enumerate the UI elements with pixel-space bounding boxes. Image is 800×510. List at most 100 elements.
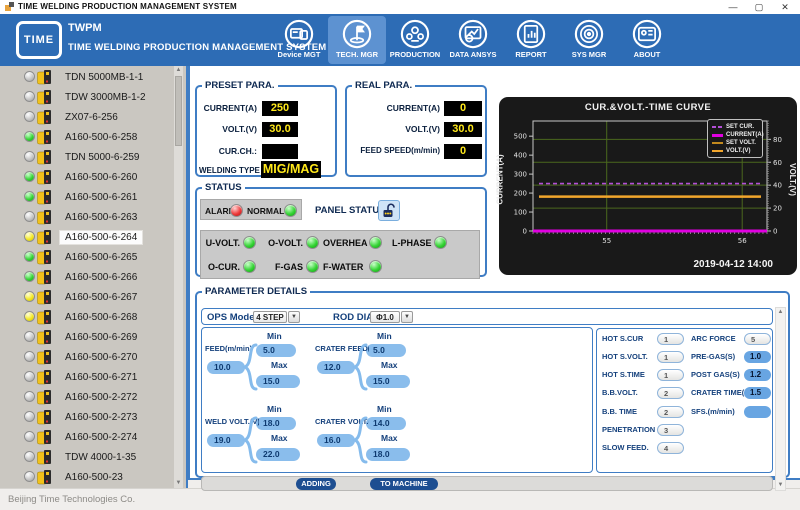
setting-value-pill[interactable]: 2 [657,387,684,399]
rod-dia-select[interactable]: Φ1.0 [370,311,400,323]
device-label: A160-500-6-268 [60,311,142,324]
legend-label: CURRENT(A) [726,132,764,138]
chart-legend: SET CUR. CURRENT(A) SET VOLT. VOLT.(V) [707,119,763,158]
min-value-pill[interactable]: 18.0 [256,417,296,430]
device-status-led [24,471,35,482]
nav-item-production[interactable]: PRODUCTION [386,16,444,64]
sidebar-item[interactable]: A160-500-6-271 [0,367,175,387]
nav-item-device-mgt[interactable]: Device MGT [270,16,328,64]
sidebar-item[interactable]: ZX07-6-256 [0,107,175,127]
settings-row: B.B.VOLT. 2 CRATER TIME(S) 1.5 [597,386,772,402]
sidebar-item[interactable]: A160-500-23 [0,467,175,487]
value-pill[interactable]: 12.0 [317,361,355,374]
value-pill[interactable]: 10.0 [207,361,245,374]
titlebar: TIME WELDING PRODUCTION MANAGEMENT SYSTE… [0,0,800,14]
svg-text:200: 200 [514,190,527,198]
min-value-pill[interactable]: 5.0 [366,344,406,357]
setting-value-pill[interactable]: 1 [657,351,684,363]
sidebar-item[interactable]: A160-500-6-261 [0,187,175,207]
nav-item-sys-mgr[interactable]: SYS MGR [560,16,618,64]
params-scrollbar[interactable]: ▲ ▼ [775,307,786,491]
ops-mode-select[interactable]: 4 STEP [253,311,287,323]
to-machine-button[interactable]: TO MACHINE [370,478,438,490]
device-label: A160-500-6-271 [60,371,142,384]
setting-value-pill[interactable]: 3 [657,424,684,436]
sidebar-item[interactable]: A160-500-2-272 [0,387,175,407]
rod-dia-dropdown-icon[interactable]: ▼ [401,311,413,323]
sidebar-item[interactable]: TDW 3000MB-1-2 [0,87,175,107]
sidebar-item[interactable]: A160-500-6-267 [0,287,175,307]
indicator-label: F-WATER [323,262,363,272]
device-label: TDW 4000-1-35 [60,451,141,464]
scroll-down-icon[interactable]: ▼ [174,479,183,488]
welder-machine-icon [37,349,52,365]
device-status-led [24,111,35,122]
device-status-led [24,131,35,142]
scroll-up-icon[interactable]: ▲ [174,66,183,75]
min-value-pill[interactable]: 14.0 [366,417,406,430]
sidebar-item[interactable]: A160-500-6-270 [0,347,175,367]
value-pill[interactable]: 16.0 [317,434,355,447]
sidebar-item[interactable]: A160-500-6-268 [0,307,175,327]
scroll-up-icon[interactable]: ▲ [776,308,785,317]
svg-text:56: 56 [738,237,747,245]
nav-item-about[interactable]: ABOUT [618,16,676,64]
sidebar-item[interactable]: A160-500-2-274 [0,427,175,447]
feed-speed-value: 0 [444,144,482,159]
max-value-pill[interactable]: 15.0 [366,375,410,388]
sidebar-item[interactable]: A160-500-6-258 [0,127,175,147]
sidebar-scrollbar[interactable]: ▲ ▼ [174,66,183,488]
right-axis-label: VOLT.(V) [788,163,797,196]
settings-row: HOT S.VOLT. 1 PRE-GAS(S) 1.0 [597,350,772,366]
setting-value-pill[interactable]: 2 [657,406,684,418]
sidebar-item[interactable]: A160-500-2-273 [0,407,175,427]
sidebar-item[interactable]: TDW 4000-1-35 [0,447,175,467]
sidebar-item[interactable]: A160-500-6-263 [0,207,175,227]
param-group-crater-volt: Min 14.0 CRATER VOLT.(V) 16.0 Max 18.0 [315,404,447,464]
min-label: Min [377,331,392,341]
min-value-pill[interactable]: 5.0 [256,344,296,357]
settings-row: B.B. TIME 2 SFS.(m/min) [597,405,772,421]
settings-row: HOT S.TIME 1 POST GAS(S) 1.2 [597,368,772,384]
device-label: A160-500-6-269 [60,331,142,344]
adding-button[interactable]: ADDING [296,478,336,490]
nav-item-report[interactable]: REPORT [502,16,560,64]
max-value-pill[interactable]: 15.0 [256,375,300,388]
setting-value-pill[interactable]: 1 [657,369,684,381]
setting-value-pill[interactable]: 1 [657,333,684,345]
sidebar-item[interactable]: A160-500-6-266 [0,267,175,287]
close-button[interactable]: ✕ [772,0,798,14]
sidebar-item[interactable]: A160-500-6-264 [0,227,175,247]
sidebar-item[interactable]: A160-500-6-260 [0,167,175,187]
setting-label: HOT S.CUR [602,334,643,343]
setting-value-pill[interactable] [744,406,771,418]
max-value-pill[interactable]: 22.0 [256,448,300,461]
device-mgt-icon [284,19,314,49]
welder-machine-icon [37,369,52,385]
sidebar-item[interactable]: A160-500-6-269 [0,327,175,347]
sidebar-item[interactable]: TDN 5000-6-259 [0,147,175,167]
setting-value-pill[interactable]: 1.5 [744,387,771,399]
status-legend: STATUS [202,182,245,193]
device-status-led [24,371,35,382]
setting-value-pill[interactable]: 1.2 [744,369,771,381]
max-value-pill[interactable]: 18.0 [366,448,410,461]
sidebar-item[interactable]: A160-500-6-265 [0,247,175,267]
ops-mode-dropdown-icon[interactable]: ▼ [288,311,300,323]
scrollbar-thumb[interactable] [175,76,182,146]
device-status-led [24,91,35,102]
nav-item-data-ansys[interactable]: DATA ANSYS [444,16,502,64]
device-status-led [24,431,35,442]
min-label: Min [377,404,392,414]
sidebar-item[interactable]: TDN 5000MB-1-1 [0,67,175,87]
maximize-button[interactable]: ▢ [746,0,772,14]
setting-value-pill[interactable]: 1.0 [744,351,771,363]
scroll-down-icon[interactable]: ▼ [776,481,785,490]
minimize-button[interactable]: — [720,0,746,14]
value-pill[interactable]: 19.0 [207,434,245,447]
real-para-legend: REAL PARA. [352,80,415,91]
nav-item-tech-mgr[interactable]: TECH. MGR [328,16,386,64]
setting-value-pill[interactable]: 4 [657,442,684,454]
setting-value-pill[interactable]: 5 [744,333,771,345]
min-label: Min [267,404,282,414]
